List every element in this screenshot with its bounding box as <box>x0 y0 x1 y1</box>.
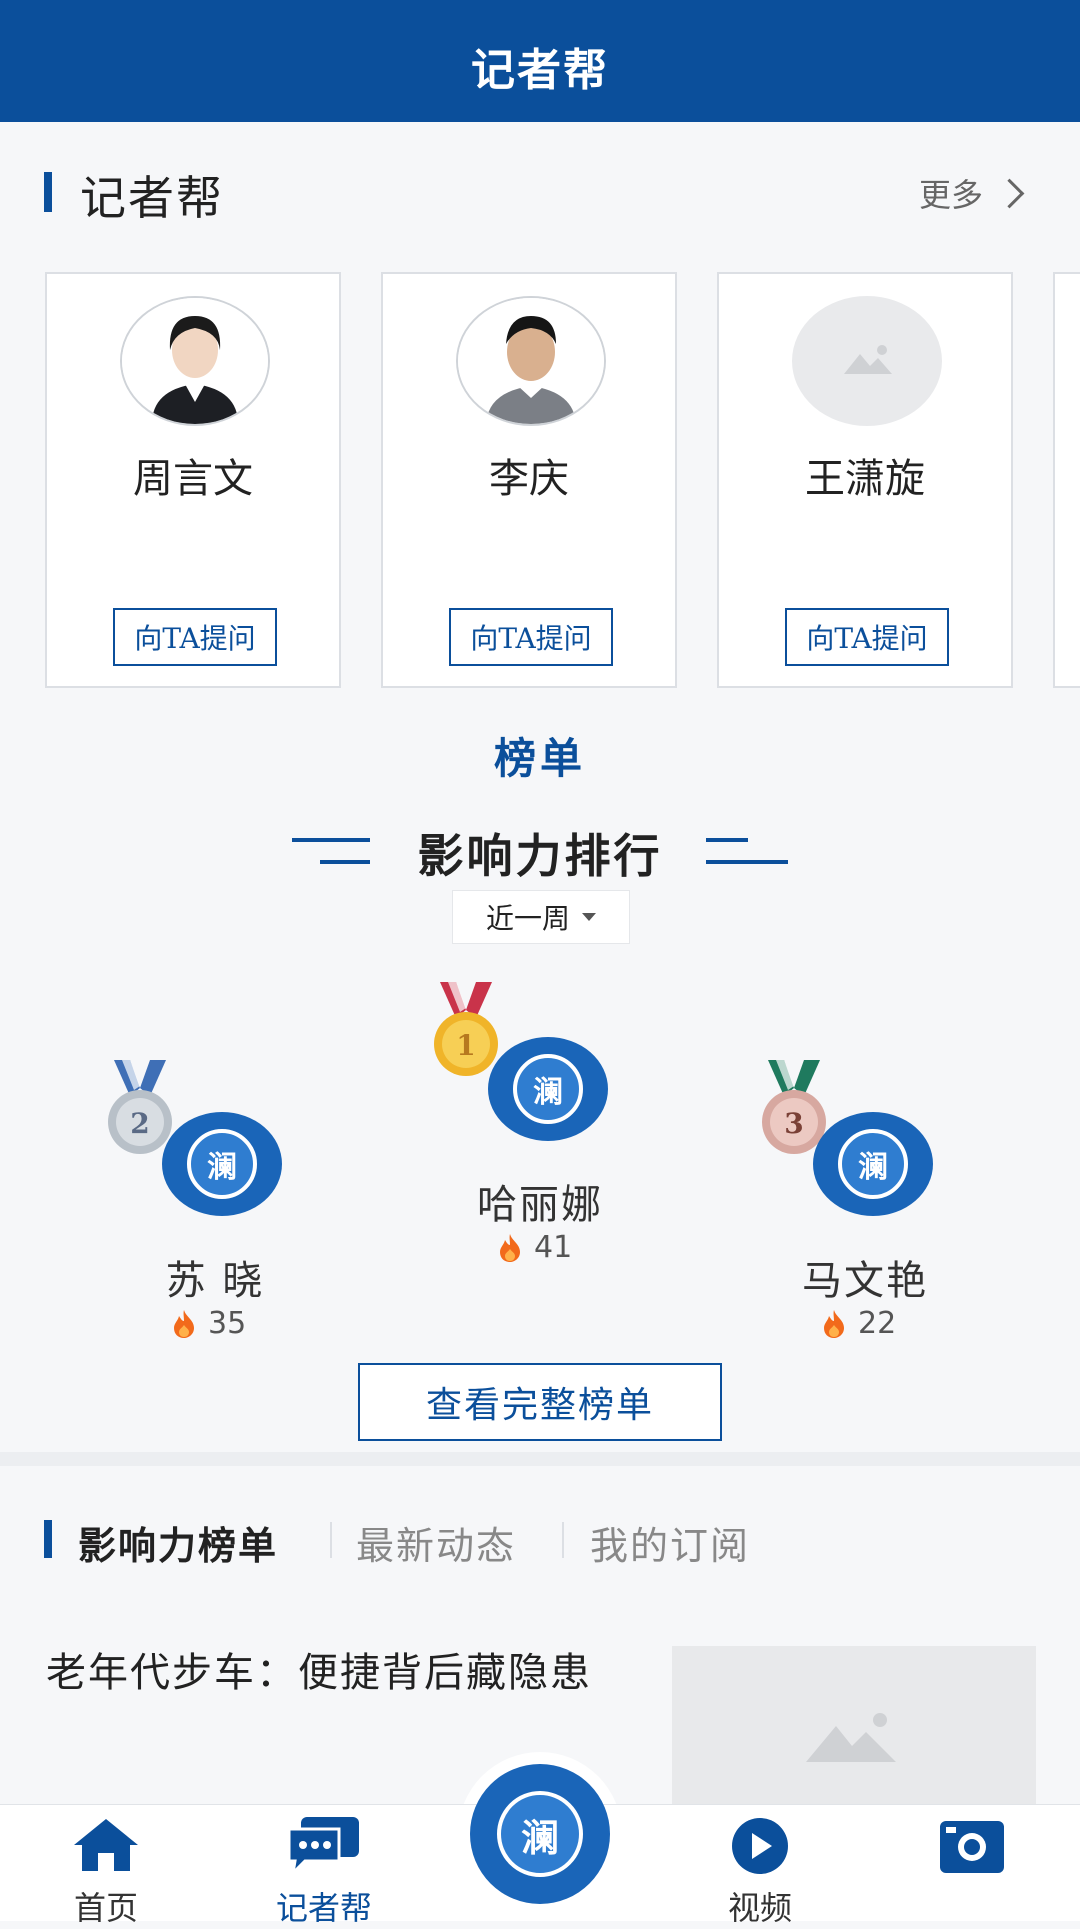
fire-icon <box>824 1309 844 1338</box>
section-divider <box>0 1452 1080 1466</box>
news-title[interactable]: 老年代步车：便捷背后藏隐患 <box>46 1642 636 1704</box>
svg-text:3: 3 <box>784 1107 803 1140</box>
rank-2-avatar[interactable]: 澜 <box>162 1112 282 1216</box>
more-link[interactable]: 更多 <box>918 170 1025 216</box>
journalist-name: 周言文 <box>133 456 253 502</box>
tab-influence-ranking[interactable]: 影响力榜单 <box>78 1515 278 1570</box>
tab-latest-news[interactable]: 最新动态 <box>356 1515 516 1570</box>
nav-label: 首页 <box>73 1889 138 1927</box>
lan-badge-char: 澜 <box>838 1129 908 1199</box>
chat-icon <box>287 1817 359 1877</box>
avatar-placeholder <box>792 296 942 426</box>
avatar <box>456 296 606 426</box>
tab-accent-bar <box>44 1520 52 1558</box>
tab-separator <box>330 1522 332 1558</box>
journalist-card-partial[interactable] <box>1053 272 1080 688</box>
fire-icon <box>500 1233 520 1262</box>
lan-center-icon: 澜 <box>497 1791 583 1877</box>
caret-down-icon <box>582 913 596 921</box>
ask-button[interactable]: 向TA提问 <box>113 608 277 666</box>
influence-ranking-title: 影响力排行 <box>417 829 663 883</box>
more-label: 更多 <box>918 176 983 214</box>
rank-1-score: 41 <box>496 1230 572 1265</box>
nav-reporter-help[interactable]: 记者帮 <box>224 1805 424 1927</box>
app-title: 记者帮 <box>471 45 609 96</box>
journalist-name: 王潇旋 <box>805 456 925 502</box>
rank-2-score: 35 <box>170 1306 246 1341</box>
top-app-bar: 记者帮 <box>0 0 1080 122</box>
rank-1-avatar[interactable]: 澜 <box>488 1037 608 1141</box>
avatar <box>120 296 270 426</box>
nav-label: 记者帮 <box>275 1889 372 1927</box>
journalist-card[interactable]: 王潇旋 向TA提问 <box>717 272 1013 688</box>
nav-label: 视频 <box>727 1889 792 1927</box>
journalist-card[interactable]: 周言文 向TA提问 <box>45 272 341 688</box>
ask-button[interactable]: 向TA提问 <box>785 608 949 666</box>
rank-2-name: 苏 晓 <box>165 1258 265 1304</box>
rank-1-name: 哈丽娜 <box>477 1182 603 1228</box>
placeholder-image-icon <box>672 1646 1036 1816</box>
svg-text:1: 1 <box>456 1029 475 1062</box>
period-label: 近一周 <box>485 902 570 935</box>
journalist-name: 李庆 <box>489 456 569 502</box>
news-thumbnail[interactable] <box>672 1646 1036 1816</box>
ranking-title: 榜单 <box>493 734 586 783</box>
section-title: 记者帮 <box>80 171 224 225</box>
score-value: 35 <box>208 1306 247 1341</box>
score-value: 22 <box>858 1306 897 1341</box>
home-icon <box>74 1819 138 1871</box>
period-dropdown[interactable]: 近一周 <box>452 890 630 944</box>
center-lan-button[interactable]: 澜 <box>470 1764 610 1904</box>
chevron-right-icon <box>994 178 1025 208</box>
ask-button[interactable]: 向TA提问 <box>449 608 613 666</box>
section-accent-bar <box>44 172 52 212</box>
score-value: 41 <box>534 1230 573 1265</box>
tab-my-subscriptions[interactable]: 我的订阅 <box>590 1515 750 1570</box>
silver-medal-icon: 2 <box>108 1060 172 1154</box>
fire-icon <box>174 1309 194 1338</box>
placeholder-image-icon <box>794 298 940 424</box>
rank-3-score: 22 <box>820 1306 896 1341</box>
play-icon <box>732 1818 788 1874</box>
tab-separator <box>562 1522 564 1558</box>
rank-3-name: 马文艳 <box>802 1258 928 1304</box>
camera-icon <box>940 1821 1004 1873</box>
lan-badge-char: 澜 <box>187 1129 257 1199</box>
nav-camera[interactable] <box>872 1805 1072 1921</box>
lan-badge-char: 澜 <box>513 1054 583 1124</box>
journalist-card[interactable]: 李庆 向TA提问 <box>381 272 677 688</box>
nav-home[interactable]: 首页 <box>6 1805 206 1927</box>
rank-3-avatar[interactable]: 澜 <box>813 1112 933 1216</box>
nav-video[interactable]: 视频 <box>660 1805 860 1927</box>
svg-text:2: 2 <box>130 1107 149 1140</box>
view-full-ranking-button[interactable]: 查看完整榜单 <box>358 1363 722 1441</box>
gold-medal-icon: 1 <box>434 982 498 1076</box>
